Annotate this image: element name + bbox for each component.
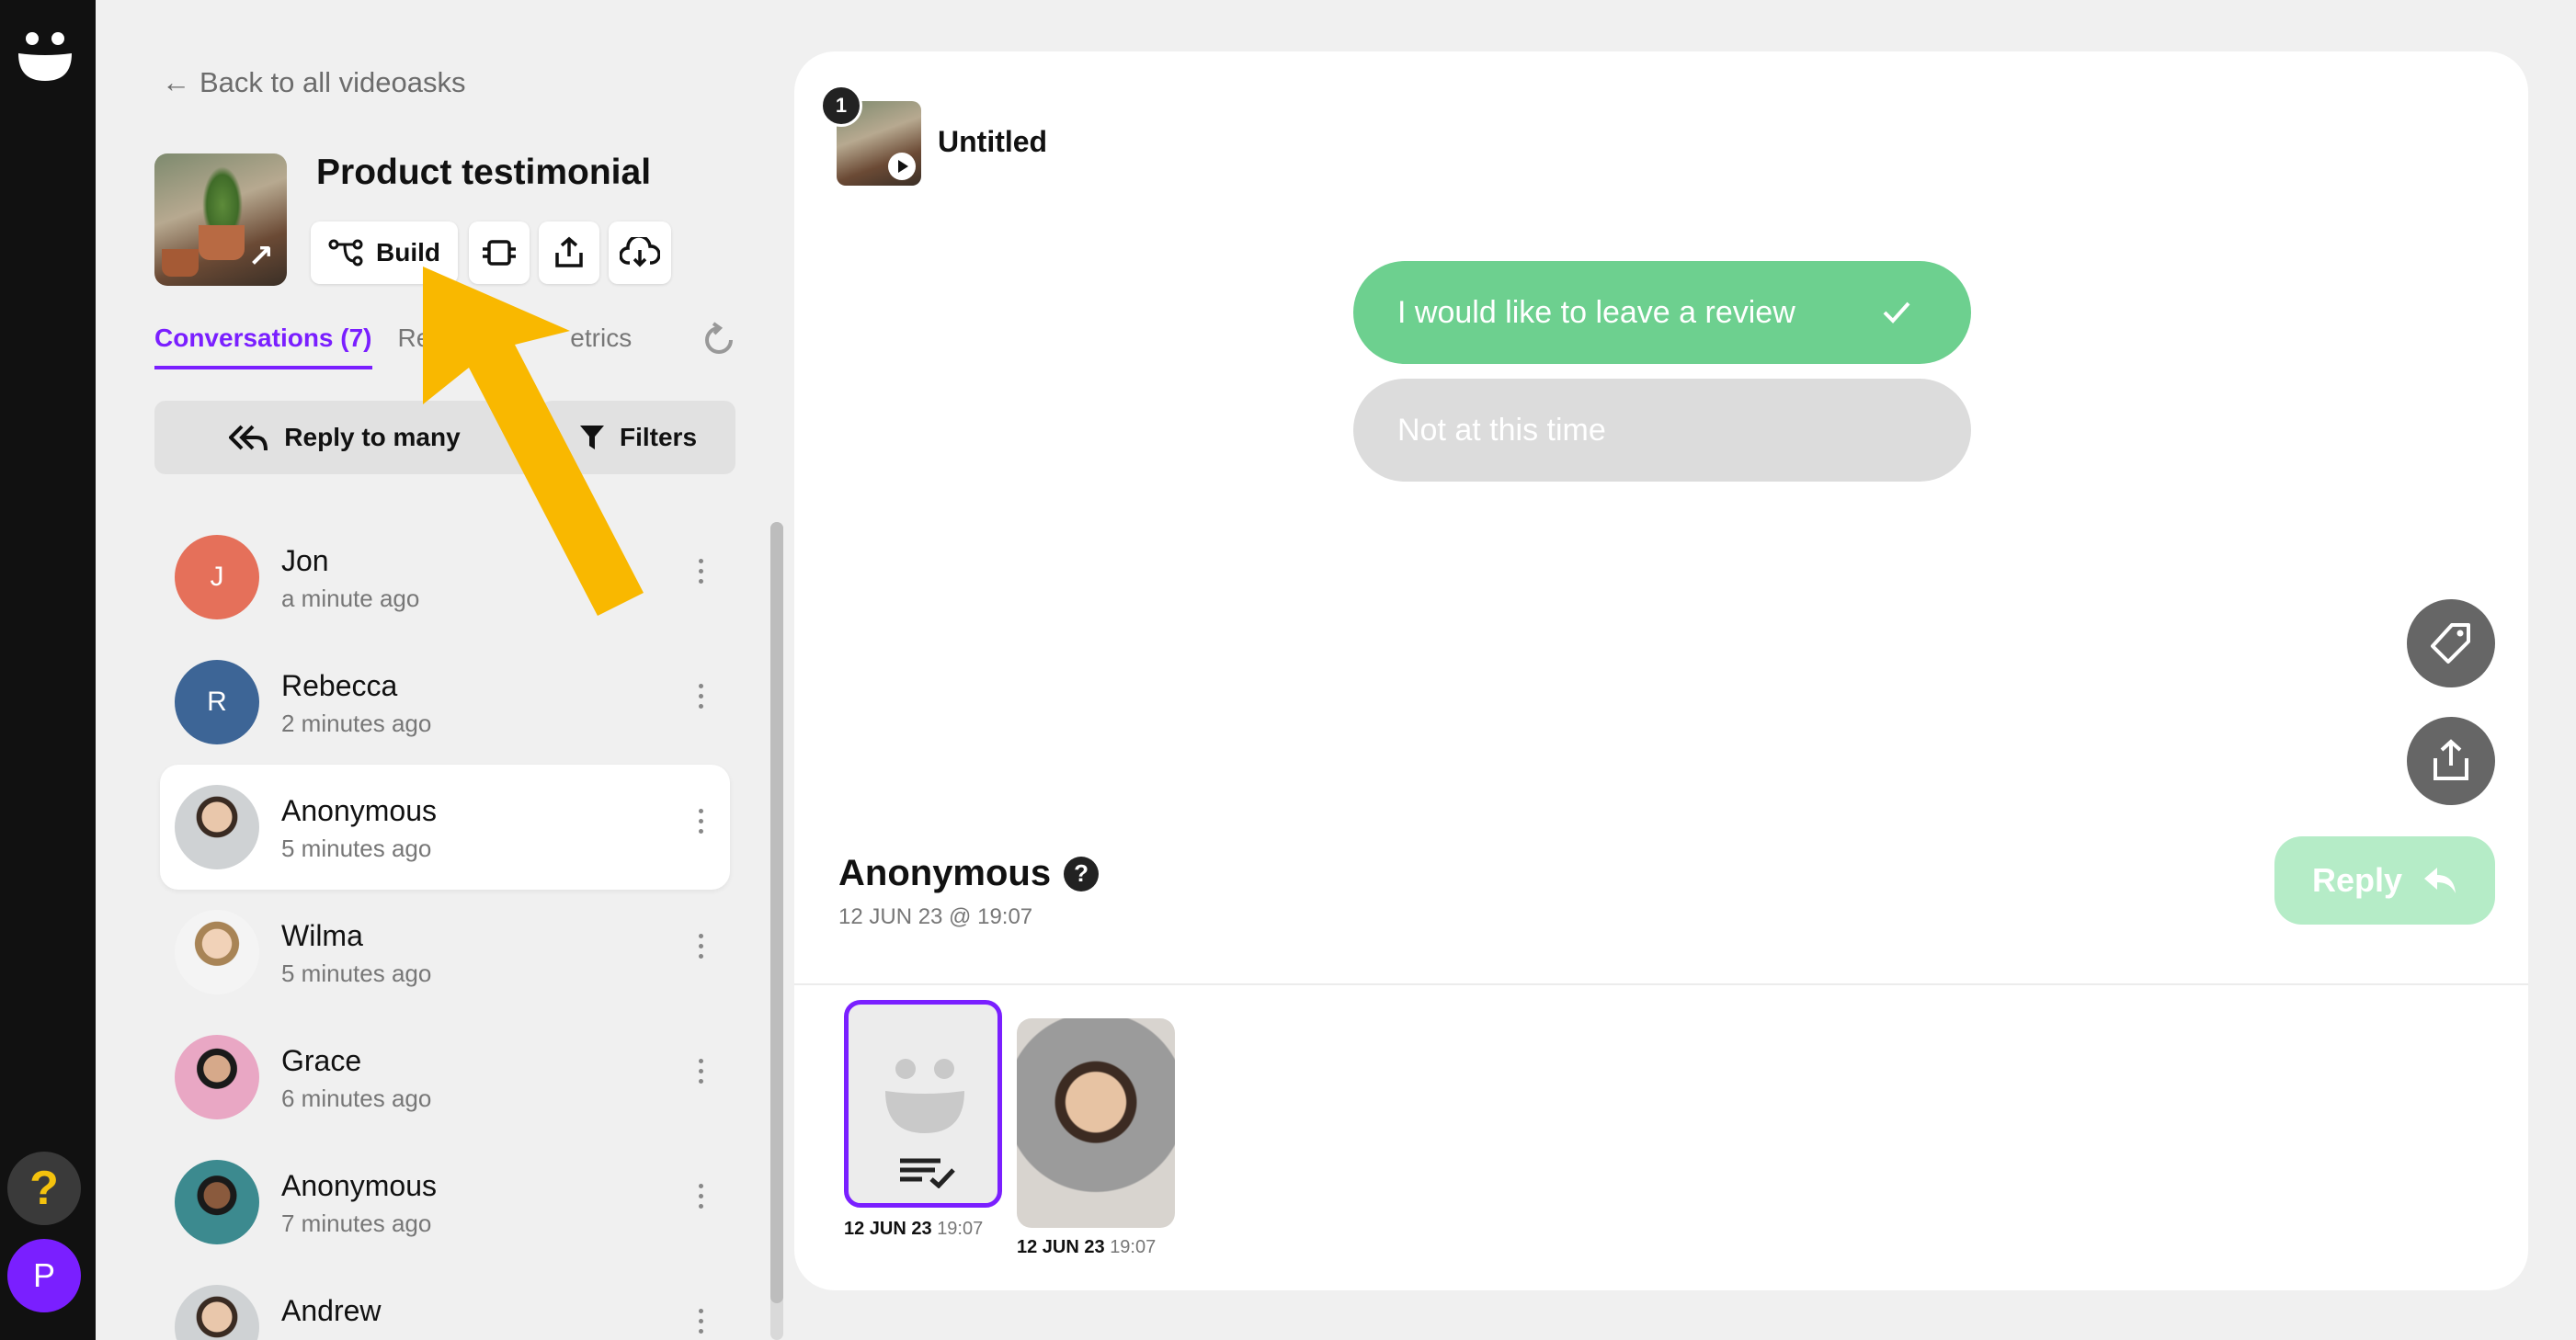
responder-header: Anonymous ?	[838, 853, 1100, 894]
avatar: R	[175, 660, 259, 744]
avatar: J	[175, 535, 259, 619]
more-options-icon[interactable]	[691, 553, 710, 599]
more-options-icon[interactable]	[691, 803, 710, 849]
step-title: Untitled	[938, 125, 1048, 158]
share-response-button[interactable]	[2407, 717, 2495, 805]
reply-icon	[2424, 868, 2456, 893]
step-number-badge: 1	[820, 85, 862, 127]
conversation-item-selected[interactable]: Anonymous 5 minutes ago	[160, 765, 730, 890]
share-icon	[2434, 739, 2468, 780]
conversation-item[interactable]: Andrew	[160, 1265, 730, 1340]
form-title: Product testimonial	[316, 153, 652, 192]
app-rail: ? P	[0, 0, 96, 1340]
attachment-caption: 12 JUN 23 19:07	[1017, 1237, 1157, 1257]
form-thumbnail[interactable]: ↗	[154, 153, 287, 286]
conversation-time: 6 minutes ago	[281, 1084, 432, 1112]
more-options-icon[interactable]	[691, 1303, 710, 1340]
choice-selected: I would like to leave a review	[1353, 261, 1971, 364]
conversation-item[interactable]: Wilma 5 minutes ago	[160, 890, 730, 1015]
video-response-thumbnail[interactable]	[1017, 1018, 1175, 1228]
conversation-time: 2 minutes ago	[281, 710, 432, 737]
refresh-icon[interactable]	[701, 322, 737, 358]
question-icon[interactable]: ?	[1064, 856, 1100, 891]
conversation-time: 5 minutes ago	[281, 960, 432, 987]
conversation-time: 5 minutes ago	[281, 835, 432, 862]
help-button[interactable]: ?	[7, 1152, 81, 1225]
profile-avatar[interactable]: P	[7, 1239, 81, 1312]
workflow-icon	[328, 239, 363, 267]
conversation-name: Jon	[281, 544, 329, 577]
avatar	[175, 1285, 259, 1340]
avatar	[175, 910, 259, 994]
conversation-name: Anonymous	[281, 794, 437, 827]
responder-date: 12 JUN 23 @ 19:07	[838, 904, 1033, 929]
choice-label: Not at this time	[1397, 412, 1606, 448]
conversation-name: Wilma	[281, 919, 363, 952]
conversation-time: a minute ago	[281, 585, 420, 612]
check-icon	[1883, 301, 1910, 324]
choice-unselected: Not at this time	[1353, 379, 1971, 482]
back-link-label: Back to all videoasks	[199, 66, 466, 98]
conversation-name: Grace	[281, 1044, 362, 1077]
reply-button-label: Reply	[2311, 861, 2403, 899]
more-options-icon[interactable]	[691, 1053, 710, 1099]
responder-name: Anonymous	[838, 853, 1052, 893]
more-options-icon[interactable]	[691, 678, 710, 724]
form-response-card[interactable]	[844, 1000, 1002, 1208]
open-external-icon: ↗	[247, 239, 275, 274]
tab-conversations[interactable]: Conversations (7)	[154, 324, 372, 369]
videoask-face-icon	[885, 1059, 964, 1133]
annotation-arrow-icon	[423, 267, 644, 616]
form-submitted-icon	[900, 1158, 955, 1188]
back-link[interactable]: ← Back to all videoasks	[162, 66, 465, 99]
avatar	[175, 1035, 259, 1119]
arrow-left-icon: ←	[162, 66, 190, 98]
conversation-item[interactable]: R Rebecca 2 minutes ago	[160, 640, 730, 765]
tag-icon	[2431, 623, 2470, 664]
reply-all-icon	[229, 425, 268, 451]
conversation-item[interactable]: Grace 6 minutes ago	[160, 1015, 730, 1140]
avatar	[175, 785, 259, 869]
videoask-logo-icon[interactable]	[17, 26, 74, 83]
attachment-caption: 12 JUN 23 19:07	[844, 1219, 984, 1239]
conversation-name: Andrew	[281, 1294, 382, 1327]
reply-button[interactable]: Reply	[2274, 836, 2495, 925]
divider	[794, 983, 2528, 985]
sidebar-scrollbar[interactable]	[770, 522, 783, 1340]
play-icon	[888, 153, 916, 180]
avatar	[175, 1160, 259, 1244]
conversation-name: Anonymous	[281, 1169, 437, 1202]
conversation-name: Rebecca	[281, 669, 398, 702]
conversation-item[interactable]: Anonymous 7 minutes ago	[160, 1140, 730, 1265]
more-options-icon[interactable]	[691, 928, 710, 974]
conversation-time: 7 minutes ago	[281, 1209, 432, 1237]
more-options-icon[interactable]	[691, 1178, 710, 1224]
choice-label: I would like to leave a review	[1397, 294, 1795, 330]
tag-button[interactable]	[2407, 599, 2495, 687]
